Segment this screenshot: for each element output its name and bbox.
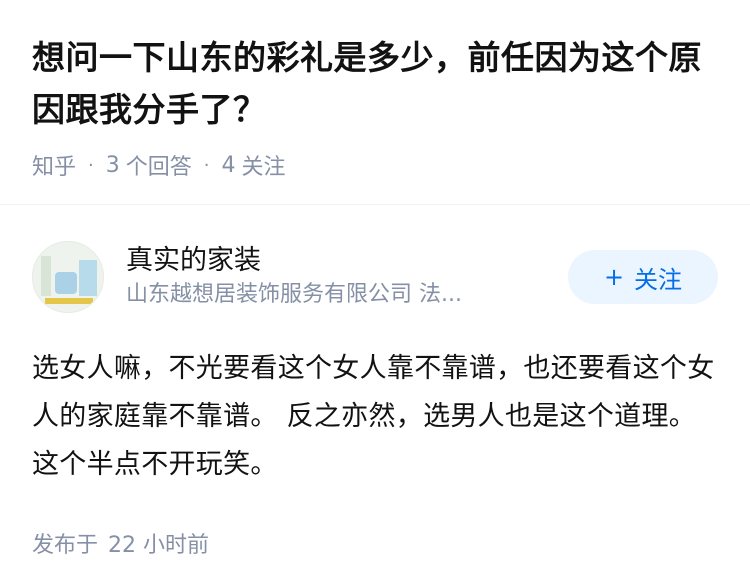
follower-count: 4	[221, 152, 236, 178]
author-row: 真实的家装 山东越想居装饰服务有限公司 法... + 关注	[32, 241, 718, 313]
question-title[interactable]: 想问一下山东的彩礼是多少，前任因为这个原因跟我分手了？	[32, 32, 718, 136]
author-avatar[interactable]	[32, 241, 104, 313]
answer-card: 真实的家装 山东越想居装饰服务有限公司 法... + 关注 选女人嘛，不光要看这…	[0, 241, 750, 559]
question-meta: 知乎 · 3 个回答 · 4 关注	[32, 149, 718, 181]
question-header: 想问一下山东的彩礼是多少，前任因为这个原因跟我分手了？ 知乎 · 3 个回答 ·…	[0, 0, 750, 180]
publish-time: 22 小时前	[108, 533, 210, 558]
publish-label: 发布于	[32, 533, 99, 558]
plus-icon: +	[603, 263, 625, 291]
answer-count-label[interactable]: 个回答	[126, 149, 192, 181]
follow-button[interactable]: + 关注	[568, 250, 718, 304]
author-bio: 山东越想居装饰服务有限公司 法...	[126, 282, 462, 307]
source-label[interactable]: 知乎	[32, 149, 76, 181]
answer-count: 3	[105, 152, 120, 178]
follower-count-label[interactable]: 关注	[242, 149, 286, 181]
author-name[interactable]: 真实的家装	[126, 243, 552, 279]
follow-button-label: 关注	[634, 265, 683, 294]
section-divider	[0, 204, 750, 205]
separator-dot: ·	[203, 154, 210, 176]
author-info: 真实的家装 山东越想居装饰服务有限公司 法...	[126, 243, 552, 311]
answer-content[interactable]: 选女人嘛，不光要看这个女人靠不靠谱，也还要看这个女人的家庭靠不靠谱。 反之亦然，…	[32, 345, 718, 489]
publish-info: 发布于 22 小时前	[32, 527, 718, 559]
separator-dot: ·	[88, 154, 94, 176]
